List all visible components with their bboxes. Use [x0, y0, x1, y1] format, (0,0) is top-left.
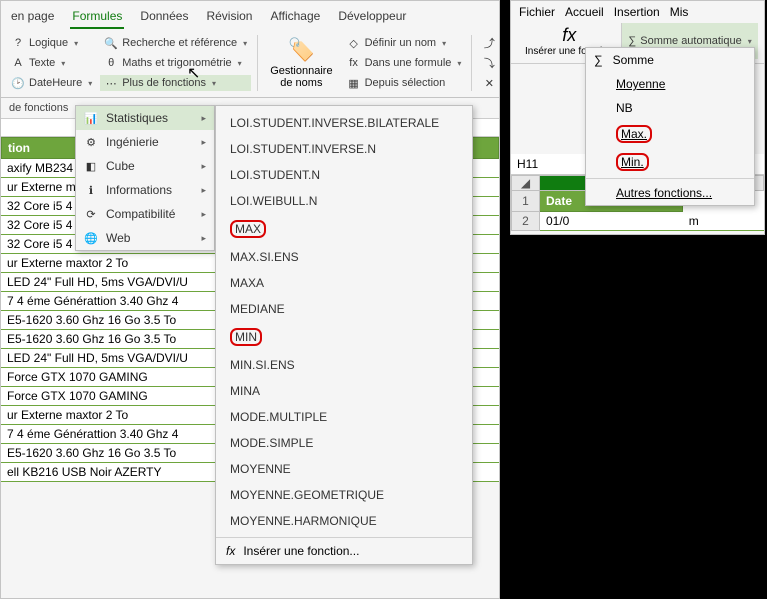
fx-big-icon: fx — [562, 25, 576, 46]
theta-icon: θ — [104, 56, 118, 70]
fn-item[interactable]: LOI.STUDENT.INVERSE.N — [216, 136, 472, 162]
menu-cube[interactable]: ◧Cube▸ — [76, 154, 214, 178]
dd-somme[interactable]: ∑Somme — [586, 48, 754, 72]
tab-donnees[interactable]: Données — [138, 5, 190, 29]
fn-item[interactable]: MEDIANE — [216, 296, 472, 322]
menu-ingenierie[interactable]: ⚙Ingénierie▸ — [76, 130, 214, 154]
btn-logique[interactable]: ?Logique▾ — [7, 35, 96, 51]
more-icon: ⋯ — [104, 76, 118, 90]
tab-developpeur[interactable]: Développeur — [336, 5, 408, 29]
fn-item[interactable]: MODE.SIMPLE — [216, 430, 472, 456]
btn-depuis-selection[interactable]: ▦Depuis sélection — [343, 75, 466, 91]
tab-revision[interactable]: Révision — [204, 5, 254, 29]
fn-item[interactable]: MIN — [216, 322, 472, 352]
sigma-icon: ∑ — [594, 53, 603, 67]
name-manager-icon: 🏷️ — [288, 37, 315, 63]
btn-maths[interactable]: θMaths et trigonométrie▾ — [100, 55, 251, 71]
btn-dans-formule[interactable]: fxDans une formule▾ — [343, 55, 466, 71]
btn-texte[interactable]: ATexte▾ — [7, 55, 96, 71]
cell-tail[interactable]: m — [683, 212, 764, 231]
fn-item[interactable]: LOI.STUDENT.INVERSE.BILATERALE — [216, 110, 472, 136]
row-1[interactable]: 1 — [512, 191, 540, 212]
question-icon: ? — [11, 36, 25, 50]
cell-date[interactable]: 01/0 — [540, 212, 683, 231]
btn-trace-1[interactable]: ⤴ — [478, 35, 500, 51]
excel-right-window: Fichier Accueil Insertion Mis fx Insérer… — [510, 0, 765, 235]
menu-informations[interactable]: ℹInformations▸ — [76, 178, 214, 202]
fx-icon: fx — [226, 544, 235, 558]
excel-left-window: en page Formules Données Révision Affich… — [0, 0, 500, 599]
tab-formules[interactable]: Formules — [70, 5, 124, 29]
insert-function-footer[interactable]: fx Insérer une fonction... — [216, 537, 472, 564]
btn-dateheure[interactable]: 🕑DateHeure▾ — [7, 75, 96, 91]
plus-fonctions-menu: 📊Statistiques▸ ⚙Ingénierie▸ ◧Cube▸ ℹInfo… — [75, 105, 215, 251]
btn-recherche[interactable]: 🔍Recherche et référence▾ — [100, 35, 251, 51]
info-icon: ℹ — [84, 183, 98, 197]
fn-item[interactable]: MOYENNE.GEOMETRIQUE — [216, 482, 472, 508]
btn-trace-2[interactable]: ⤵ — [478, 55, 500, 71]
somme-auto-dropdown: ∑Somme Moyenne NB Max. Min. Autres fonct… — [585, 47, 755, 206]
menu-compatibilite[interactable]: ⟳Compatibilité▸ — [76, 202, 214, 226]
engineering-icon: ⚙ — [84, 135, 98, 149]
fn-item[interactable]: LOI.WEIBULL.N — [216, 188, 472, 214]
tab-mise-en-page[interactable]: en page — [9, 5, 56, 29]
tab-mise[interactable]: Mis — [670, 5, 689, 19]
trace-dependents-icon: ⤵ — [482, 56, 496, 70]
trace-precedents-icon: ⤴ — [482, 36, 496, 50]
tab-affichage[interactable]: Affichage — [268, 5, 322, 29]
tab-insertion[interactable]: Insertion — [614, 5, 660, 19]
menu-web[interactable]: 🌐Web▸ — [76, 226, 214, 250]
name-box[interactable]: H11 — [517, 157, 538, 171]
tab-accueil[interactable]: Accueil — [565, 5, 604, 19]
btn-trace-3[interactable]: ✕ — [478, 75, 500, 91]
fx-icon: fx — [347, 56, 361, 70]
cube-icon: ◧ — [84, 159, 98, 173]
fn-scroll-area[interactable]: LOI.STUDENT.INVERSE.BILATERALELOI.STUDEN… — [216, 106, 472, 537]
fn-item[interactable]: MOYENNE.HARMONIQUE — [216, 508, 472, 534]
dd-min[interactable]: Min. — [586, 148, 754, 176]
menu-statistiques[interactable]: 📊Statistiques▸ — [76, 106, 214, 130]
fn-item[interactable]: MIN.SI.ENS — [216, 352, 472, 378]
remove-arrows-icon: ✕ — [482, 76, 496, 90]
compat-icon: ⟳ — [84, 207, 98, 221]
btn-definir-nom[interactable]: ◇Définir un nom▾ — [343, 35, 466, 51]
fn-item[interactable]: MODE.MULTIPLE — [216, 404, 472, 430]
web-icon: 🌐 — [84, 231, 98, 245]
fn-item[interactable]: MOYENNE — [216, 456, 472, 482]
sigma-icon: ∑ — [628, 35, 636, 47]
fn-item[interactable]: MINA — [216, 378, 472, 404]
right-ribbon-tabs: Fichier Accueil Insertion Mis — [511, 1, 764, 19]
lookup-icon: 🔍 — [104, 36, 118, 50]
btn-plus-fonctions[interactable]: ⋯Plus de fonctions▾ — [100, 75, 251, 91]
btn-gestionnaire-noms[interactable]: 🏷️ Gestionnaire de noms — [264, 35, 338, 91]
fn-item[interactable]: MAX.SI.ENS — [216, 244, 472, 270]
ribbon-body: ?Logique▾ ATexte▾ 🕑DateHeure▾ 🔍Recherche… — [1, 29, 499, 98]
clock-icon: 🕑 — [11, 76, 25, 90]
tab-fichier[interactable]: Fichier — [519, 5, 555, 19]
dd-nb[interactable]: NB — [586, 96, 754, 120]
fn-item[interactable]: LOI.STUDENT.N — [216, 162, 472, 188]
statistiques-fn-list: LOI.STUDENT.INVERSE.BILATERALELOI.STUDEN… — [215, 105, 473, 565]
stats-icon: 📊 — [84, 111, 98, 125]
fn-item[interactable]: MAX — [216, 214, 472, 244]
fn-item[interactable]: MAXA — [216, 270, 472, 296]
select-all-corner[interactable]: ◢ — [512, 176, 540, 191]
text-icon: A — [11, 56, 25, 70]
dd-moyenne[interactable]: Moyenne — [586, 72, 754, 96]
grid-icon: ▦ — [347, 76, 361, 90]
tag-icon: ◇ — [347, 36, 361, 50]
row-2[interactable]: 2 — [512, 212, 540, 231]
ribbon-tabs: en page Formules Données Révision Affich… — [1, 1, 499, 29]
dd-autres[interactable]: Autres fonctions... — [586, 181, 754, 205]
dd-max[interactable]: Max. — [586, 120, 754, 148]
